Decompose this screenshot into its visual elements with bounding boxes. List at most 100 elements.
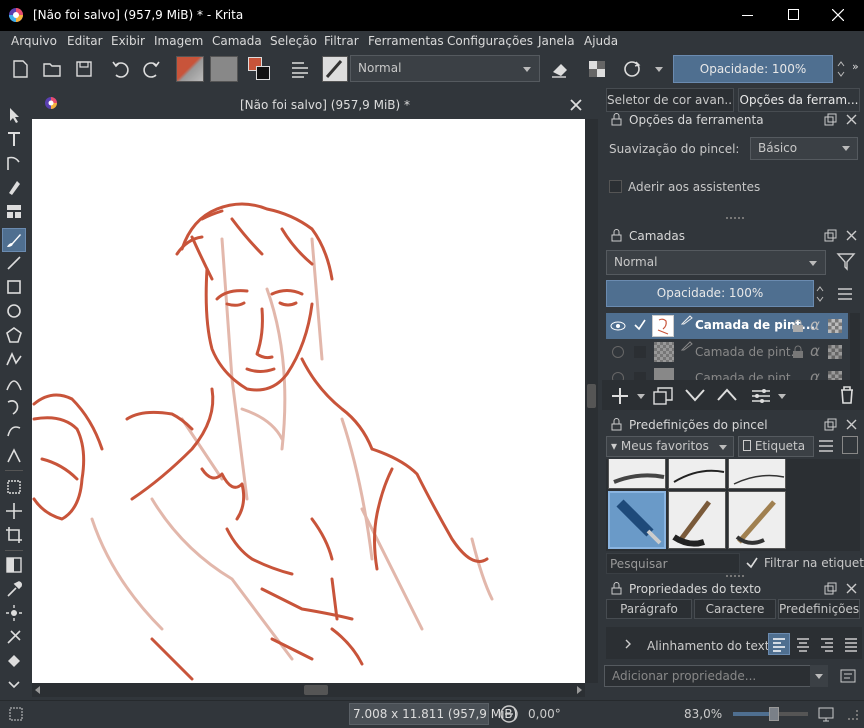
tag-dropdown[interactable]: ▾ Meus favoritos xyxy=(606,436,734,457)
tab-paragraph[interactable]: Parágrafo xyxy=(606,599,692,619)
duplicate-layer-icon[interactable] xyxy=(652,386,674,406)
eraser-icon[interactable] xyxy=(548,57,572,81)
close-docker-icon[interactable] xyxy=(846,114,857,125)
gradient-swatch-icon[interactable] xyxy=(176,56,204,82)
gradient-tool-icon[interactable] xyxy=(3,554,25,576)
chevron-right-icon[interactable] xyxy=(624,639,632,649)
blend-mode-dropdown[interactable]: Normal xyxy=(350,55,540,82)
zoom-slider-thumb[interactable] xyxy=(769,707,780,721)
preset-search-input[interactable]: Pesquisar xyxy=(606,553,740,574)
undo-icon[interactable] xyxy=(108,57,132,81)
menu-arquivo[interactable]: Arquivo xyxy=(11,34,57,48)
menu-imagem[interactable]: Imagem xyxy=(154,34,203,48)
filter-icon[interactable] xyxy=(836,251,858,273)
menu-ferramentas[interactable]: Ferramentas xyxy=(368,34,444,48)
preset-view-icon[interactable] xyxy=(842,436,858,454)
brush-preset-thumbnail[interactable] xyxy=(322,56,348,82)
menu-editar[interactable]: Editar xyxy=(67,34,103,48)
reload-preset-icon[interactable] xyxy=(620,57,644,81)
pattern-swatch-icon[interactable] xyxy=(210,56,238,82)
menu-filtrar[interactable]: Filtrar xyxy=(324,34,359,48)
align-center-icon[interactable] xyxy=(793,634,813,654)
smart-patch-icon[interactable] xyxy=(3,602,25,624)
delete-layer-icon[interactable] xyxy=(838,385,856,405)
alpha-icon[interactable]: α xyxy=(810,342,820,360)
close-icon[interactable] xyxy=(832,9,844,21)
layer-blend-mode-dropdown[interactable]: Normal xyxy=(606,250,826,275)
move-layer-down-icon[interactable] xyxy=(684,388,706,402)
alpha-lock-icon[interactable] xyxy=(585,57,609,81)
polyline-tool-icon[interactable] xyxy=(3,348,25,370)
layer-opacity-slider[interactable]: Opacidade: 100% xyxy=(606,280,814,307)
text-tool-icon[interactable] xyxy=(3,128,25,150)
tag-button[interactable]: Etiqueta xyxy=(738,436,814,457)
horizontal-scrollbar[interactable] xyxy=(32,683,585,697)
close-docker-icon[interactable] xyxy=(846,583,857,594)
image-size-field[interactable]: 7.008 x 11.811 (957,9 MiB) xyxy=(349,703,517,725)
lock-icon[interactable] xyxy=(610,229,623,242)
checkbox-icon[interactable] xyxy=(634,346,646,358)
fill-tool-icon[interactable] xyxy=(3,650,25,672)
size-grip-icon[interactable] xyxy=(848,710,858,720)
scroll-thumb[interactable] xyxy=(587,384,596,408)
edit-shapes-icon[interactable] xyxy=(3,152,25,174)
layer-lock-icon[interactable] xyxy=(792,319,804,333)
presets-scrollbar[interactable] xyxy=(850,459,860,551)
layer-name[interactable]: Camada de pint... xyxy=(695,345,802,359)
splitter-handle[interactable] xyxy=(726,575,744,577)
tab-presets[interactable]: Predefinições xyxy=(778,599,860,619)
scroll-thumb[interactable] xyxy=(304,685,328,695)
select-shapes-icon[interactable] xyxy=(3,104,25,126)
minimize-icon[interactable] xyxy=(742,15,753,16)
move-tool-icon[interactable] xyxy=(3,500,25,522)
transform-tool-icon[interactable] xyxy=(3,476,25,498)
new-document-icon[interactable] xyxy=(8,57,32,81)
save-icon[interactable] xyxy=(72,57,96,81)
alpha-icon[interactable]: α xyxy=(810,316,820,334)
eye-icon[interactable] xyxy=(612,372,624,380)
rotation-value[interactable]: 0,00° xyxy=(528,707,561,721)
float-docker-icon[interactable] xyxy=(824,582,837,595)
toolbar-overflow-icon[interactable]: » xyxy=(852,60,859,73)
float-docker-icon[interactable] xyxy=(824,229,837,242)
open-folder-icon[interactable] xyxy=(40,57,64,81)
redo-icon[interactable] xyxy=(140,57,164,81)
float-docker-icon[interactable] xyxy=(824,418,837,431)
menu-janela[interactable]: Janela xyxy=(538,34,575,48)
tab-character[interactable]: Caractere xyxy=(694,599,776,619)
ellipse-tool-icon[interactable] xyxy=(3,300,25,322)
preset-tile[interactable] xyxy=(728,459,786,489)
assistants-checkbox[interactable] xyxy=(609,180,622,193)
background-color-swatch[interactable] xyxy=(256,66,270,80)
vertical-scrollbar[interactable] xyxy=(585,119,598,683)
layer-name[interactable]: Camada de pint... xyxy=(695,371,802,380)
splitter-handle[interactable] xyxy=(726,217,744,219)
align-right-icon[interactable] xyxy=(817,634,837,654)
alpha-icon[interactable]: α xyxy=(810,368,820,380)
menu-ajuda[interactable]: Ajuda xyxy=(584,34,618,48)
inherit-alpha-icon[interactable] xyxy=(828,345,842,359)
layer-row[interactable]: Camada de pint... α xyxy=(606,339,848,365)
spin-arrows-icon[interactable] xyxy=(837,58,845,80)
lock-icon[interactable] xyxy=(610,418,623,431)
add-layer-icon[interactable] xyxy=(610,386,630,406)
presets-menu-icon[interactable] xyxy=(819,440,833,452)
preset-tile[interactable] xyxy=(728,491,786,549)
close-docker-icon[interactable] xyxy=(846,419,857,430)
checkmark-icon[interactable] xyxy=(634,319,646,331)
fit-to-view-icon[interactable] xyxy=(818,706,834,722)
layers-scrollbar[interactable] xyxy=(850,313,860,380)
rotation-icon[interactable] xyxy=(497,704,521,724)
menu-camada[interactable]: Camada xyxy=(212,34,262,48)
close-document-icon[interactable] xyxy=(570,99,582,111)
color-picker-icon[interactable] xyxy=(3,578,25,600)
align-left-button[interactable] xyxy=(768,633,790,655)
smoothing-dropdown[interactable]: Básico xyxy=(750,137,858,160)
layer-menu-icon[interactable] xyxy=(838,288,852,300)
chevron-down-icon[interactable] xyxy=(778,394,786,399)
scroll-left-icon[interactable] xyxy=(34,686,42,694)
eye-icon[interactable] xyxy=(612,346,624,358)
move-layer-up-icon[interactable] xyxy=(716,388,738,402)
lock-icon[interactable] xyxy=(610,582,623,595)
multibrush-icon[interactable] xyxy=(3,444,25,466)
